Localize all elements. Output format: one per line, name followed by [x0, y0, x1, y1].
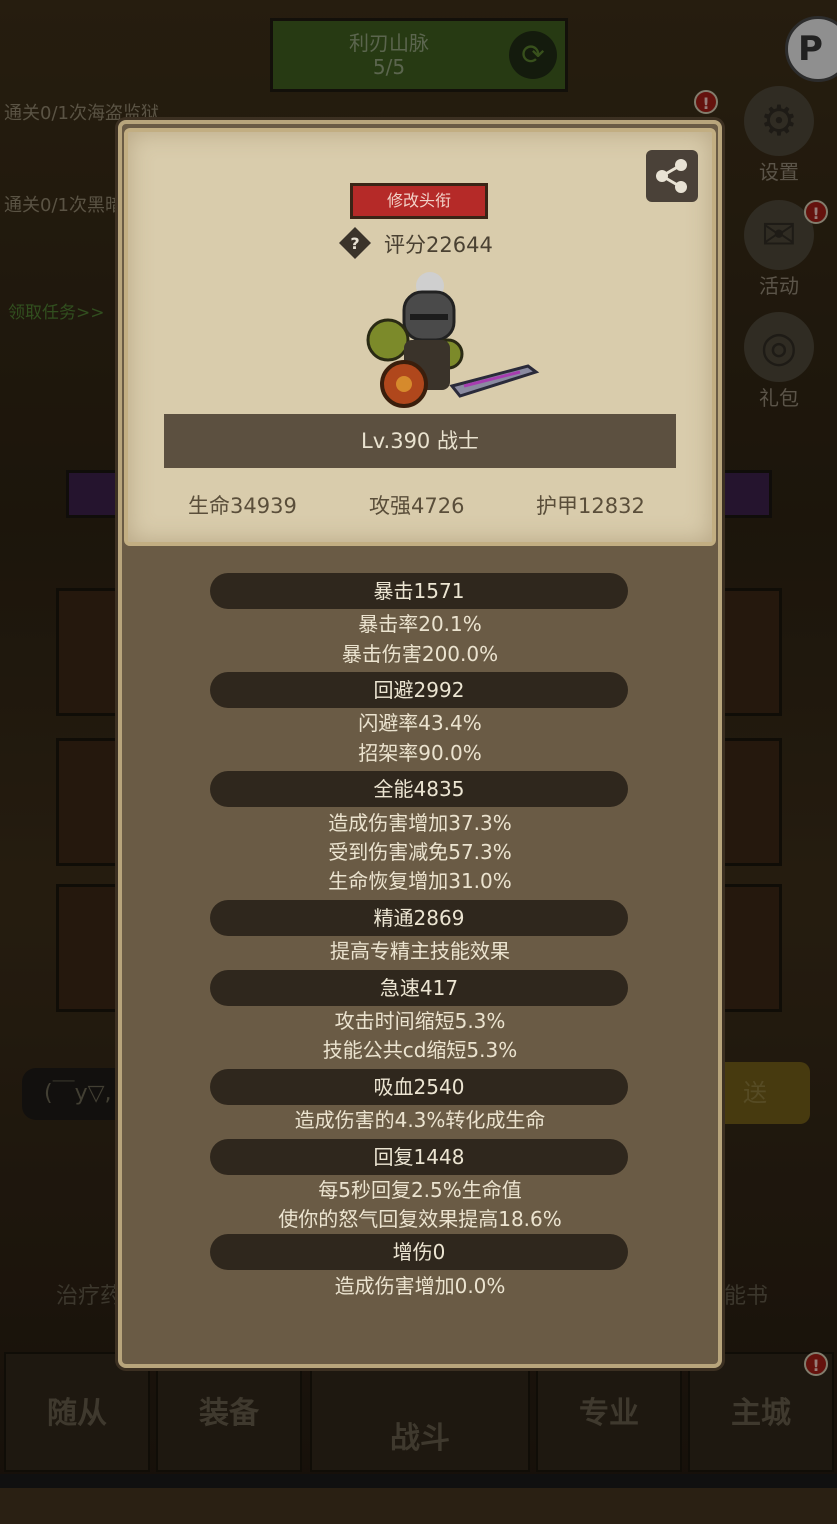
stat-detail: 暴击率20.1%: [358, 612, 482, 636]
stat-detail: 造成伤害增加37.3%: [328, 811, 512, 835]
stat-header-mastery: 精通2869: [210, 900, 628, 936]
stat-detail: 招架率90.0%: [358, 741, 482, 765]
stat-detail: 每5秒回复2.5%生命值: [318, 1178, 522, 1202]
score-value: 评分22644: [384, 233, 493, 257]
help-icon[interactable]: ?: [338, 226, 372, 260]
stat-detail: 生命恢复增加31.0%: [328, 869, 512, 893]
stat-detail: 暴击伤害200.0%: [341, 642, 499, 666]
stat-header-recovery: 回复1448: [210, 1139, 628, 1175]
warrior-avatar: [366, 272, 540, 408]
stat-header-haste: 急速417: [210, 970, 628, 1006]
stat-detail: 闪避率43.4%: [358, 711, 482, 735]
share-icon: [656, 159, 687, 193]
stat-detail: 技能公共cd缩短5.3%: [322, 1038, 518, 1062]
armor-stat: 护甲12832: [536, 494, 645, 518]
stat-header-avoidance: 回避2992: [210, 672, 628, 708]
stat-header-lifesteal: 吸血2540: [210, 1069, 628, 1105]
level-class-bar: Lv.390 战士: [164, 414, 676, 468]
stat-detail: 提高专精主技能效果: [330, 939, 510, 963]
stat-detail: 使你的怒气回复效果提高18.6%: [278, 1207, 562, 1231]
svg-text:?: ?: [350, 234, 359, 253]
edit-title-button[interactable]: 修改头衔: [350, 183, 488, 219]
stat-detail: 攻击时间缩短5.3%: [334, 1009, 506, 1033]
stat-detail: 造成伤害的4.3%转化成生命: [294, 1108, 546, 1132]
share-button[interactable]: [646, 150, 698, 202]
stat-header-crit: 暴击1571: [210, 573, 628, 609]
health-stat: 生命34939: [188, 494, 297, 518]
stat-detail: 造成伤害增加0.0%: [334, 1274, 506, 1298]
stat-header-damage-bonus: 增伤0: [210, 1234, 628, 1270]
stat-detail: 受到伤害减免57.3%: [328, 840, 512, 864]
attack-power-stat: 攻强4726: [369, 494, 465, 518]
stat-header-versatility: 全能4835: [210, 771, 628, 807]
